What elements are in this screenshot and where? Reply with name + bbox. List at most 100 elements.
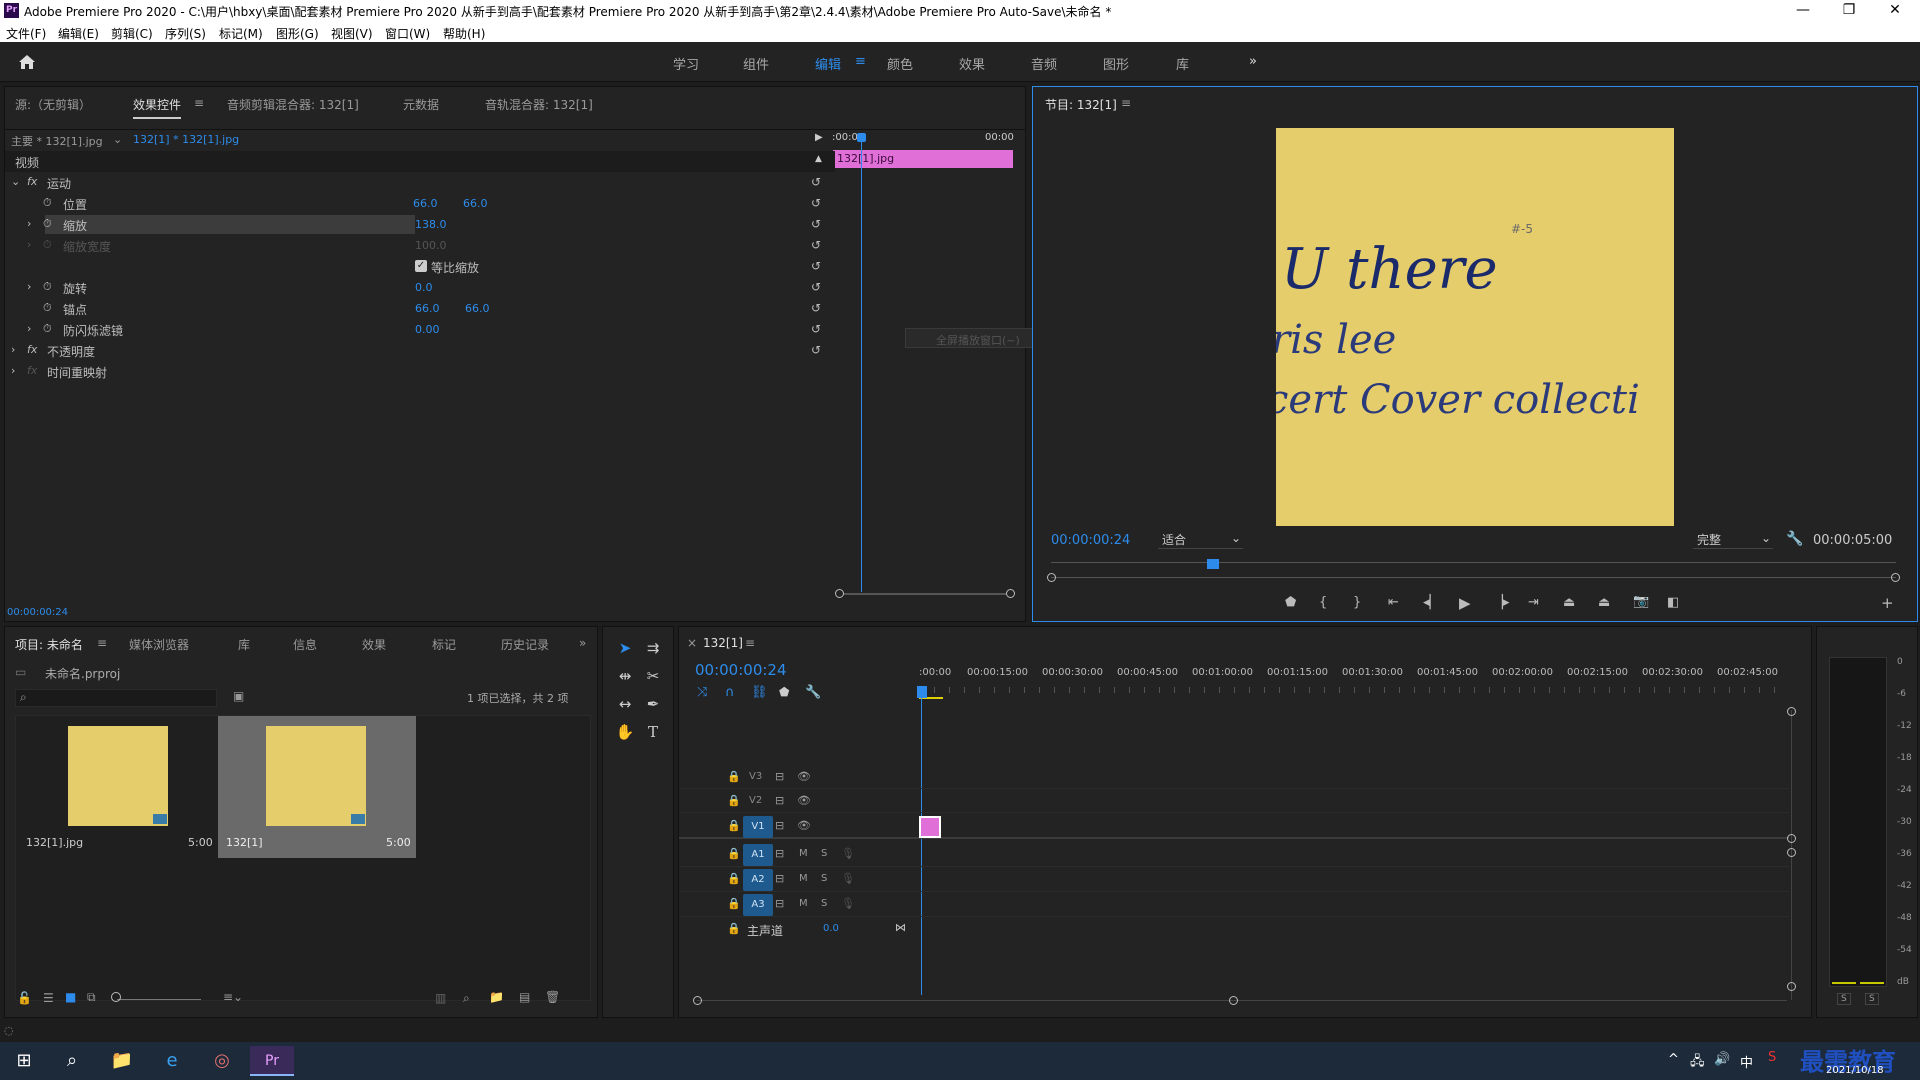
scale-value[interactable]: 138.0 [415, 218, 447, 231]
sort-icon[interactable]: ≡⌄ [223, 990, 243, 1004]
minimize-button[interactable]: — [1780, 0, 1826, 22]
ec-clip-bar[interactable]: 132[1].jpg [833, 150, 1013, 168]
thumb-size-slider[interactable] [117, 999, 201, 1000]
ec-playhead[interactable] [861, 137, 862, 592]
wrench-icon[interactable]: 🔧 [1786, 531, 1803, 547]
ime-indicator[interactable]: 中 [1740, 1052, 1753, 1071]
menu-graphics[interactable]: 图形(G) [276, 25, 319, 42]
workspace-color[interactable]: 颜色 [887, 54, 913, 73]
sogou-icon[interactable]: S [1768, 1050, 1776, 1065]
stopwatch-icon[interactable]: ⏱ [43, 301, 52, 315]
tab-audio-clip-mixer[interactable]: 音频剪辑混合器: 132[1] [227, 96, 359, 113]
timeline-ruler[interactable]: :00:00 00:00:15:00 00:00:30:00 00:00:45:… [919, 667, 1799, 699]
new-item-icon[interactable]: ▤ [519, 990, 530, 1004]
mark-out-icon[interactable]: } [1353, 595, 1361, 610]
slip-tool-icon[interactable]: ↔ [613, 693, 637, 715]
lock-icon[interactable]: 🔒 [727, 770, 741, 783]
eye-icon[interactable]: 👁 [797, 770, 811, 783]
mute-button[interactable]: M [799, 898, 808, 909]
track-target-a2[interactable]: A2 [743, 869, 773, 891]
solo-button[interactable]: S [821, 848, 827, 859]
extract-icon[interactable]: ⏏ [1598, 595, 1610, 610]
new-bin-icon[interactable]: 📁 [489, 990, 504, 1004]
go-to-end-icon[interactable]: ⋈ [895, 921, 906, 934]
find-icon[interactable]: ⌕ [463, 991, 470, 1006]
program-zoom-handle-left[interactable] [1047, 573, 1056, 582]
position-y[interactable]: 66.0 [463, 197, 488, 210]
antiflicker-value[interactable]: 0.00 [415, 323, 440, 336]
program-playhead[interactable] [1207, 559, 1219, 569]
menu-window[interactable]: 窗口(W) [385, 25, 430, 42]
lock-icon[interactable]: 🔒 [727, 897, 741, 910]
reset-icon[interactable]: ↺ [811, 217, 821, 231]
program-title[interactable]: 节目: 132[1] [1045, 96, 1117, 113]
program-preview-image[interactable]: U there ris lee cert Cover collecti #-5 [1276, 128, 1674, 526]
sync-lock-icon[interactable]: ⊟ [775, 819, 784, 832]
scroll-up-icon[interactable]: ▲ [815, 154, 822, 164]
hand-tool-icon[interactable]: ✋ [613, 721, 637, 743]
tab-effects[interactable]: 效果 [362, 636, 386, 653]
sync-lock-icon[interactable]: ⊟ [775, 897, 784, 910]
track-label[interactable]: V2 [749, 795, 762, 806]
ec-zoom-slider[interactable] [839, 593, 1013, 595]
solo-button[interactable]: S [821, 898, 827, 909]
thumb-size-handle[interactable] [111, 992, 121, 1002]
mute-button[interactable]: M [799, 848, 808, 859]
mute-button[interactable]: M [799, 873, 808, 884]
panel-menu-icon[interactable]: ≡ [745, 636, 755, 650]
project-item-selected[interactable]: 132[1] 5:00 [218, 716, 416, 858]
ec-zoom-handle-left[interactable] [835, 589, 844, 598]
ec-zoom-handle-right[interactable] [1006, 589, 1015, 598]
lock-icon[interactable]: 🔒 [727, 819, 741, 832]
stopwatch-icon[interactable]: ⏱ [43, 280, 52, 294]
menu-view[interactable]: 视图(V) [331, 25, 373, 42]
sync-lock-icon[interactable]: ⊟ [775, 847, 784, 860]
tab-metadata[interactable]: 元数据 [403, 96, 439, 113]
project-search-input[interactable]: ⌕ [15, 689, 217, 707]
lock-icon[interactable]: 🔓 [17, 991, 32, 1005]
uniform-scale-checkbox[interactable]: ✓ [415, 260, 427, 272]
windows-start-icon[interactable]: ⊞ [2, 1046, 46, 1076]
go-to-out-icon[interactable]: ⇥ [1528, 595, 1539, 610]
play-icon[interactable]: ▶ [1459, 594, 1471, 612]
home-icon[interactable] [18, 54, 36, 70]
workspace-audio[interactable]: 音频 [1031, 54, 1057, 73]
step-forward-icon[interactable]: ▕▸ [1493, 595, 1510, 610]
razor-tool-icon[interactable]: ✂ [641, 665, 665, 687]
panel-menu-icon[interactable]: ≡ [1121, 96, 1131, 110]
sync-lock-icon[interactable]: ⊟ [775, 872, 784, 885]
sync-lock-icon[interactable]: ⊟ [775, 794, 784, 807]
anchor-x[interactable]: 66.0 [415, 302, 440, 315]
tab-project[interactable]: 项目: 未命名 [15, 636, 83, 653]
reset-icon[interactable]: ↺ [811, 238, 821, 252]
expand-chevron-icon[interactable]: › [27, 217, 31, 230]
track-target-a1[interactable]: A1 [743, 844, 773, 866]
workspace-editing[interactable]: 编辑 [815, 54, 841, 73]
program-timecode[interactable]: 00:00:00:24 [1051, 533, 1130, 548]
scroll-handle-bottom[interactable] [1787, 982, 1796, 991]
close-tab-icon[interactable]: × [687, 636, 697, 650]
reset-icon[interactable]: ↺ [811, 280, 821, 294]
premiere-taskbar-icon[interactable]: Pr [250, 1046, 294, 1076]
tray-chevron-icon[interactable]: ^ [1668, 1052, 1679, 1067]
list-view-icon[interactable]: ☰ [43, 991, 54, 1005]
workspace-learn[interactable]: 学习 [673, 54, 699, 73]
lock-icon[interactable]: 🔒 [727, 794, 741, 807]
close-button[interactable]: ✕ [1872, 0, 1918, 22]
menu-clip[interactable]: 剪辑(C) [111, 25, 153, 42]
reset-icon[interactable]: ↺ [811, 301, 821, 315]
eye-icon[interactable]: 👁 [797, 819, 811, 832]
add-button-icon[interactable]: + [1881, 594, 1894, 612]
linked-selection-icon[interactable]: ⛓ [751, 685, 768, 700]
selection-tool-icon[interactable]: ➤ [613, 637, 637, 659]
solo-button[interactable]: S [821, 873, 827, 884]
edge-browser-icon[interactable]: e [150, 1046, 194, 1076]
stopwatch-icon[interactable]: ⏱ [43, 322, 52, 336]
export-frame-icon[interactable]: 📷 [1633, 594, 1649, 609]
lock-icon[interactable]: 🔒 [727, 922, 741, 935]
solo-right-button[interactable]: S [1865, 993, 1879, 1005]
timeline-settings-wrench-icon[interactable]: 🔧 [805, 685, 821, 700]
tab-source[interactable]: 源:（无剪辑） [15, 96, 91, 113]
app-icon[interactable]: ◎ [200, 1046, 244, 1076]
stopwatch-icon[interactable]: ⏱ [43, 196, 52, 210]
